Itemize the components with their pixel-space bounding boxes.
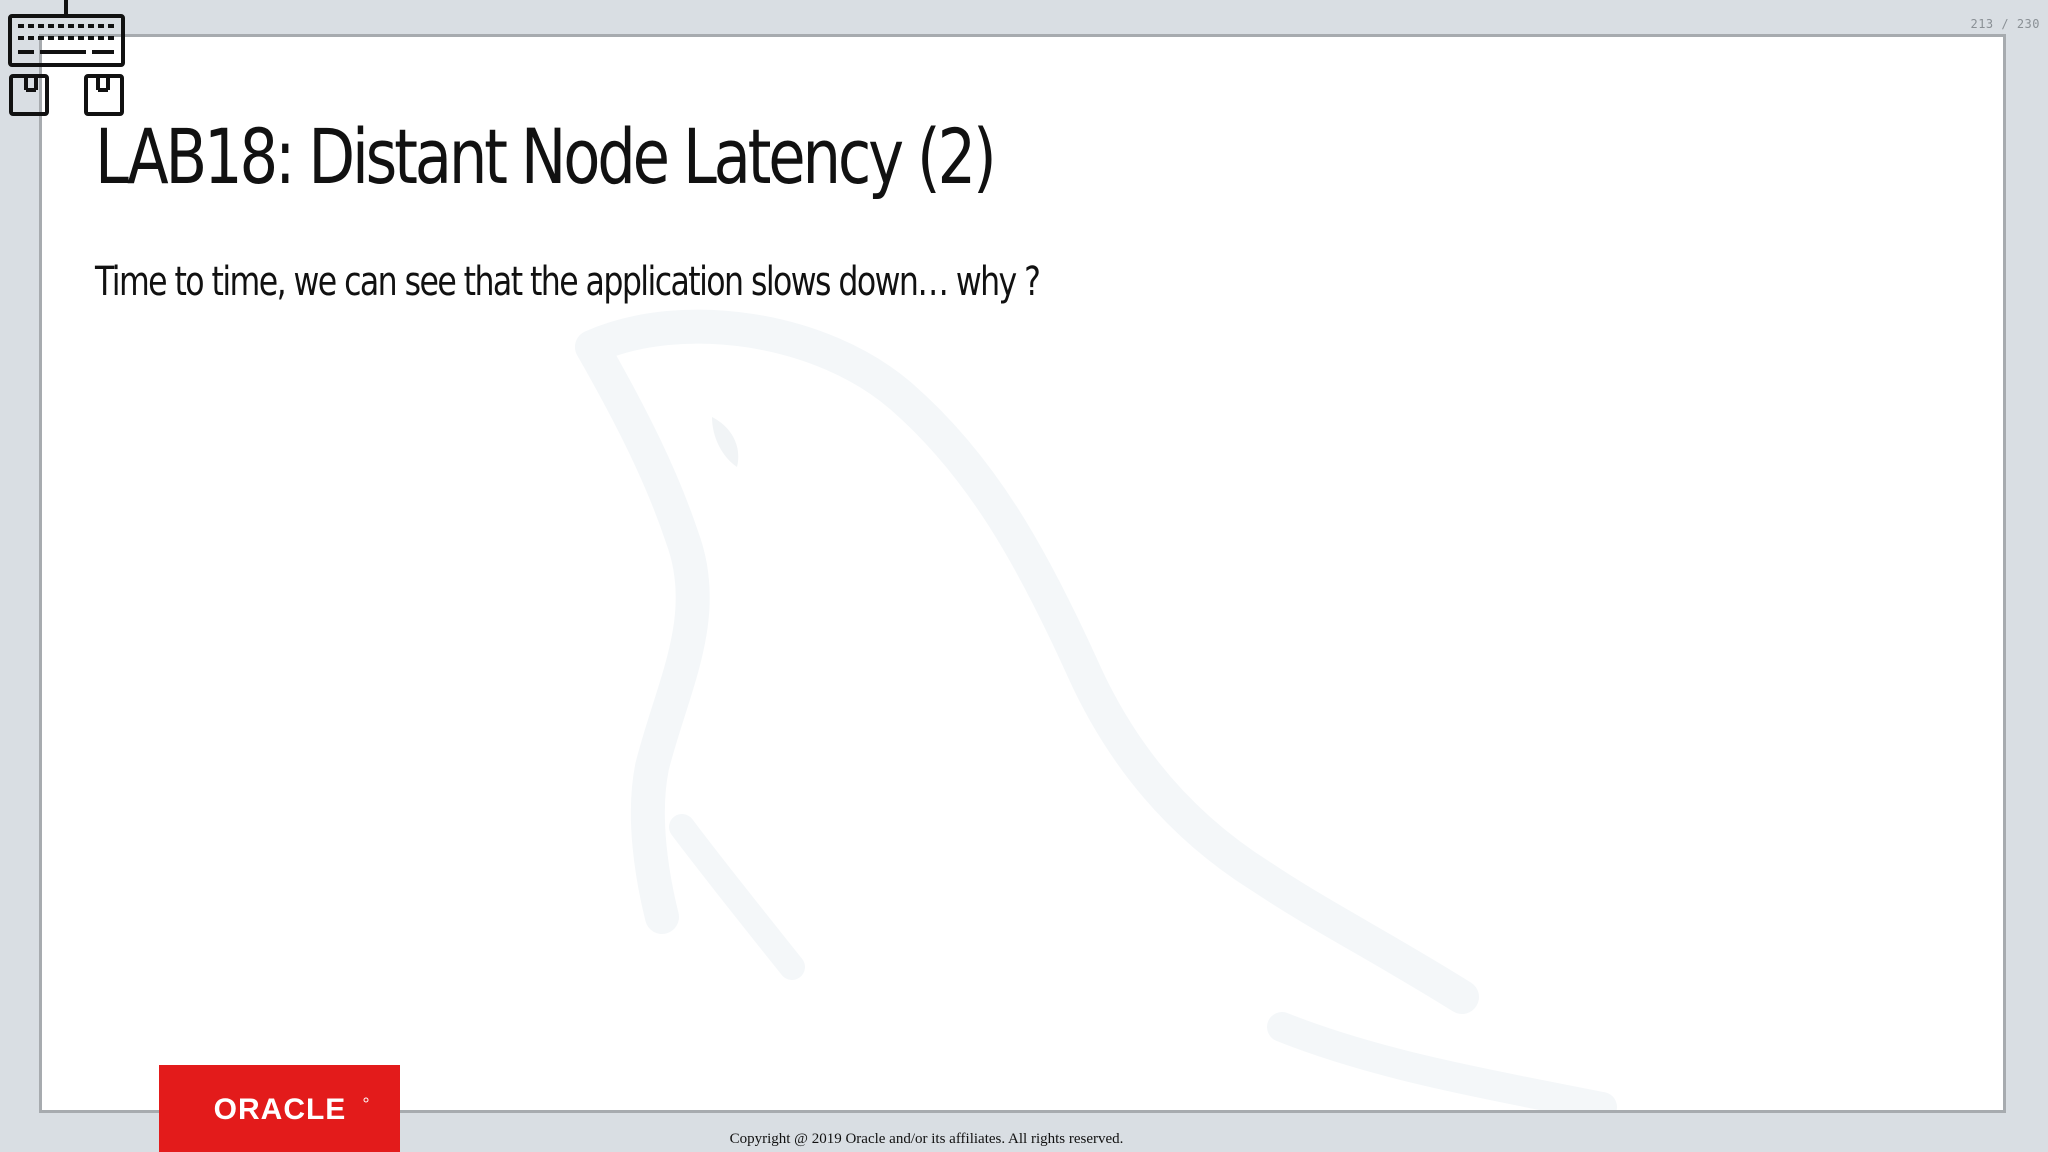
oracle-logo-mark: ORACLE — [213, 1093, 368, 1126]
oracle-logo-text: ORACLE — [213, 1093, 346, 1126]
slide-counter: 213 / 230 — [1970, 17, 2040, 31]
copyright-notice: Copyright @ 2019 Oracle and/or its affil… — [729, 1131, 1124, 1147]
presentation-viewport: 213 / 230 LAB18: Distant Node Latency (2… — [0, 0, 2048, 1152]
keyboard-mouse-icon — [8, 0, 125, 116]
mysql-dolphin-watermark — [575, 309, 1617, 1110]
slide-title: LAB18: Distant Node Latency (2) — [95, 112, 997, 201]
slide-body-text: Time to time, we can see that the applic… — [95, 259, 1041, 305]
slide: LAB18: Distant Node Latency (2) Time to … — [39, 34, 2006, 1113]
